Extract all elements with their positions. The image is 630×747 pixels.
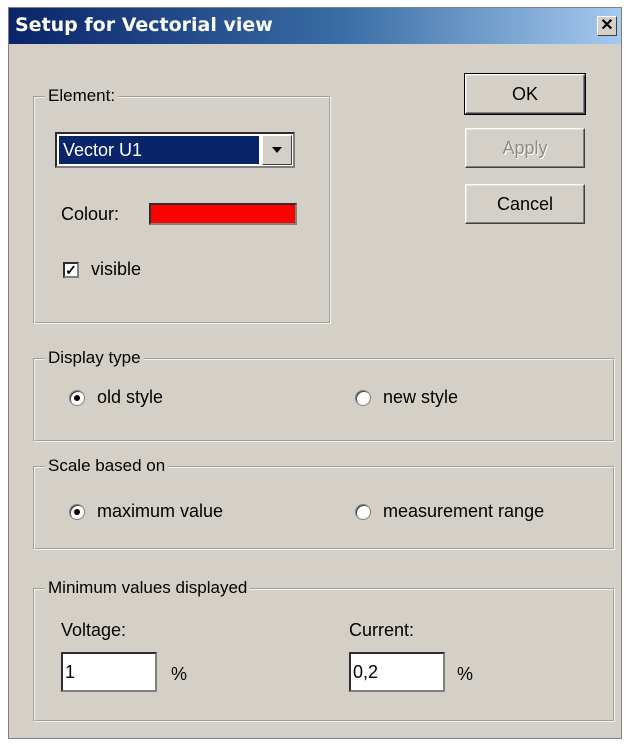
colour-label: Colour: — [61, 204, 120, 224]
visible-checkbox[interactable]: ✓ — [63, 262, 79, 278]
minimum-values-legend: Minimum values displayed — [45, 578, 251, 598]
scale-legend: Scale based on — [45, 456, 169, 476]
chevron-down-icon — [272, 147, 282, 153]
display-type-group: Display type old style new style — [33, 348, 615, 442]
current-unit: % — [457, 664, 474, 684]
title-bar[interactable]: Setup for Vectorial view ✕ — [9, 8, 621, 44]
element-group: Element: Vector U1 Colour: ✓ visible — [33, 86, 331, 324]
apply-button[interactable]: Apply — [465, 128, 585, 168]
cancel-button[interactable]: Cancel — [465, 184, 585, 224]
element-legend: Element: — [45, 86, 119, 106]
dropdown-button[interactable] — [262, 135, 292, 165]
maximum-value-radio[interactable] — [69, 504, 85, 520]
voltage-unit: % — [171, 664, 188, 684]
maximum-value-label: maximum value — [97, 501, 224, 521]
new-style-radio[interactable] — [355, 390, 371, 406]
measurement-range-radio[interactable] — [355, 504, 371, 520]
close-icon: ✕ — [600, 17, 614, 34]
setup-dialog: Setup for Vectorial view ✕ Element: Vect… — [8, 7, 622, 739]
element-select[interactable]: Vector U1 — [55, 132, 295, 168]
checkmark-icon: ✓ — [65, 262, 77, 278]
current-input[interactable]: 0,2 — [349, 652, 445, 692]
visible-label: visible — [91, 259, 142, 279]
measurement-range-label: measurement range — [383, 501, 545, 521]
element-select-value: Vector U1 — [59, 136, 259, 164]
voltage-input[interactable]: 1 — [61, 652, 157, 692]
close-button[interactable]: ✕ — [597, 16, 617, 36]
old-style-label: old style — [97, 387, 164, 407]
colour-swatch[interactable] — [149, 203, 297, 225]
current-label: Current: — [349, 620, 415, 640]
new-style-label: new style — [383, 387, 459, 407]
ok-button[interactable]: OK — [464, 73, 586, 115]
scale-group: Scale based on maximum value measurement… — [33, 456, 615, 550]
old-style-radio[interactable] — [69, 390, 85, 406]
voltage-label: Voltage: — [61, 620, 127, 640]
window-title: Setup for Vectorial view — [15, 14, 273, 36]
display-type-legend: Display type — [45, 348, 144, 368]
minimum-values-group: Minimum values displayed Voltage: 1 % Cu… — [33, 578, 615, 722]
